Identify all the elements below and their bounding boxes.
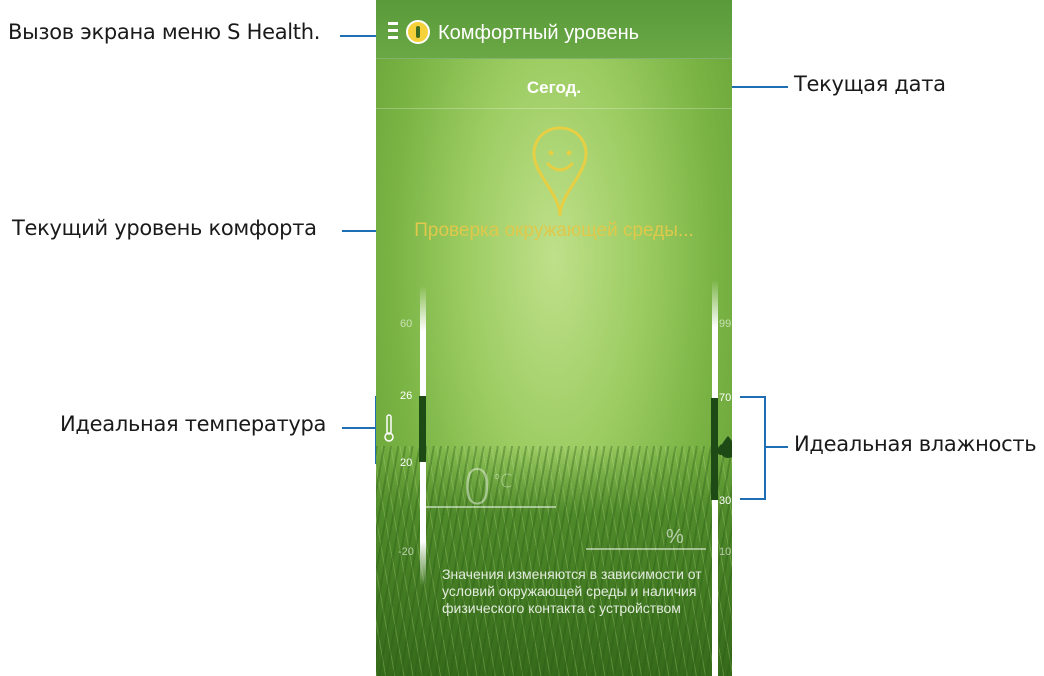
menu-icon[interactable] xyxy=(388,22,398,40)
callout-temperature: Идеальная температура xyxy=(60,412,327,436)
humidity-tick-min: 10 xyxy=(719,546,732,558)
temperature-tick-low: 20 xyxy=(400,457,413,469)
callout-humidity-line xyxy=(766,446,788,448)
humidity-tick-low: 30 xyxy=(719,495,732,507)
callout-comfort: Текущий уровень комфорта xyxy=(12,216,317,240)
humidity-unit: % xyxy=(666,526,684,548)
humidity-tick-high: 70 xyxy=(719,392,732,404)
current-date[interactable]: Сегод. xyxy=(376,78,732,98)
temperature-indicator-line xyxy=(426,506,556,508)
callout-date: Текущая дата xyxy=(794,72,946,96)
callout-menu: Вызов экрана меню S Health. xyxy=(8,20,321,44)
temperature-tick-max: 60 xyxy=(400,318,413,330)
action-bar: Комфортный уровень xyxy=(376,0,732,59)
comfort-status: Проверка окружающей среды... xyxy=(414,220,694,241)
temperature-tick-high: 26 xyxy=(400,390,413,402)
date-row[interactable]: Сегод. xyxy=(376,58,732,109)
humidity-tick-max: 99 xyxy=(719,318,732,330)
app-title: Комфортный уровень xyxy=(438,22,640,44)
phone-screen: Комфортный уровень Сегод. Проверка окруж… xyxy=(376,0,732,676)
grass-background xyxy=(376,446,732,676)
callout-temperature-line xyxy=(342,427,376,429)
water-drop-icon xyxy=(717,436,732,458)
callout-humidity: Идеальная влажность xyxy=(794,432,1037,456)
callout-menu-line xyxy=(340,35,380,37)
thermometer-icon xyxy=(384,414,394,442)
temperature-ideal-range xyxy=(419,396,426,462)
temperature-tick-min: -20 xyxy=(398,546,414,558)
disclaimer-text: Значения изменяются в зависимости от усл… xyxy=(442,566,702,616)
smiley-face-icon xyxy=(532,126,588,217)
humidity-bracket xyxy=(740,396,766,500)
comfort-level-app-icon xyxy=(406,20,430,44)
humidity-indicator-line xyxy=(586,548,706,550)
